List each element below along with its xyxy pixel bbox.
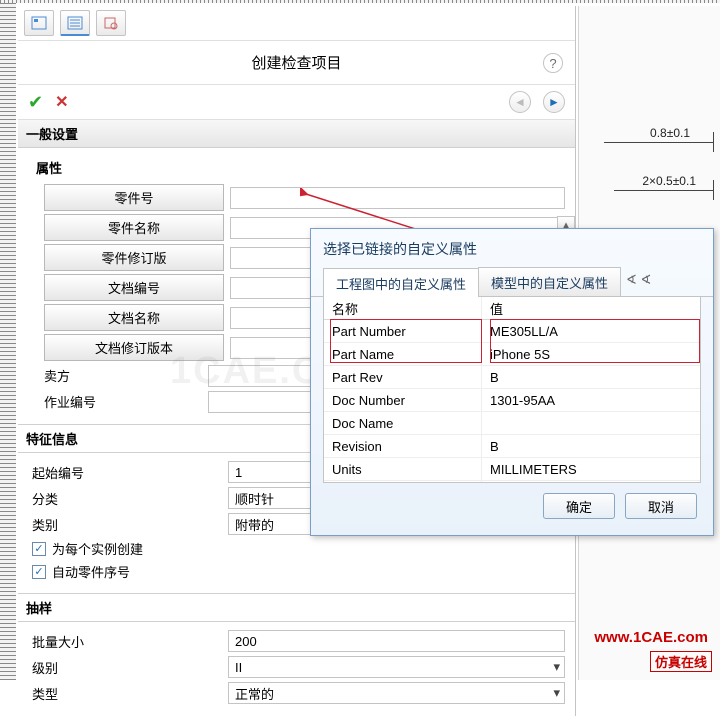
action-bar: ✔ ✕ ◄ ► (18, 85, 575, 120)
dialog-tab-model[interactable]: 模型中的自定义属性 (478, 267, 621, 296)
cancel-icon[interactable]: ✕ (55, 92, 68, 112)
level-select[interactable]: II (228, 656, 565, 678)
footer-url: www.1CAE.com (594, 629, 708, 646)
prev-button[interactable]: ◄ (509, 91, 531, 113)
dialog-ok-button[interactable]: 确定 (543, 493, 615, 519)
chk-auto-balloon-label: 自动零件序号 (52, 562, 130, 581)
job-number-label: 作业编号 (28, 389, 208, 414)
next-button[interactable]: ► (543, 91, 565, 113)
grid-cell-name: Units (324, 458, 482, 480)
grid-cell-name: Doc Number (324, 389, 482, 411)
start-no-value: 1 (235, 465, 242, 480)
help-icon[interactable]: ? (543, 53, 563, 73)
grid-cell-value (482, 412, 700, 434)
type-value: 正常的 (235, 684, 274, 703)
lot-size-value: 200 (235, 634, 257, 649)
category-value: 附带的 (235, 515, 274, 534)
grid-cell-value: MILLIMETERS (482, 458, 700, 480)
dimension-1: 0.8±0.1 (650, 126, 690, 140)
lot-size-input[interactable]: 200 (228, 630, 565, 652)
footer-logo: 仿真在线 (650, 651, 712, 672)
section-general-label: 一般设置 (26, 124, 78, 143)
level-label: 级别 (28, 658, 228, 677)
footer-logo-text: 仿真在线 (650, 651, 712, 672)
doc-number-button[interactable]: 文档编号 (44, 274, 224, 301)
tab-icon-1[interactable] (24, 10, 54, 36)
grid-cell-name: Revision (324, 435, 482, 457)
type-select[interactable]: 正常的 (228, 682, 565, 704)
dialog-cancel-button[interactable]: 取消 (625, 493, 697, 519)
class-label: 分类 (28, 489, 228, 508)
part-number-button[interactable]: 零件号 (44, 184, 224, 211)
grid-cell-value (482, 481, 700, 483)
grid-cell-name: Part Rev (324, 366, 482, 388)
title-bar: 创建检查项目 ? (18, 41, 575, 85)
class-value: 顺时针 (235, 489, 274, 508)
part-rev-button[interactable]: 零件修订版 (44, 244, 224, 271)
highlight-values (490, 319, 700, 363)
sampling-label: 抽样 (26, 598, 52, 617)
grid-cell-name: Doc Name (324, 412, 482, 434)
feature-info-label: 特征信息 (26, 429, 78, 448)
type-label: 类型 (28, 684, 228, 703)
tab-icon-2[interactable] (60, 10, 90, 36)
linked-properties-dialog: 选择已链接的自定义属性 工程图中的自定义属性 模型中的自定义属性 ∢ ∢ 名称 … (310, 228, 714, 536)
doc-rev-button[interactable]: 文档修订版本 (44, 334, 224, 361)
grid-row[interactable]: UnitsMILLIMETERS (324, 458, 700, 481)
chk-per-instance[interactable]: ✓ (32, 542, 46, 556)
col-name[interactable]: 名称 (324, 297, 482, 319)
page-title: 创建检查项目 (251, 52, 341, 73)
section-general[interactable]: 一般设置 (18, 120, 575, 148)
grid-row[interactable]: Doc Number1301-95AA (324, 389, 700, 412)
doc-name-button[interactable]: 文档名称 (44, 304, 224, 331)
start-no-label: 起始编号 (28, 463, 228, 482)
chk-per-instance-label: 为每个实例创建 (52, 539, 143, 558)
vendor-label: 卖方 (28, 363, 208, 388)
ok-icon[interactable]: ✔ (28, 92, 43, 113)
tab-icon-3[interactable] (96, 10, 126, 36)
grid-cell-value: B (482, 435, 700, 457)
attributes-header: 属性 (28, 154, 565, 183)
dialog-tab-drawing[interactable]: 工程图中的自定义属性 (323, 268, 479, 297)
ruler-left (0, 3, 16, 680)
grid-row[interactable]: SWFormatSize (324, 481, 700, 483)
highlight-names (330, 319, 482, 363)
col-value[interactable]: 值 (482, 297, 700, 319)
ruler-top (0, 0, 720, 3)
dialog-grid[interactable]: 名称 值 Part NumberME305LL/APart NameiPhone… (323, 297, 701, 483)
grid-row[interactable]: RevisionB (324, 435, 700, 458)
grid-row[interactable]: Part RevB (324, 366, 700, 389)
lot-size-label: 批量大小 (28, 632, 228, 651)
chk-auto-balloon[interactable]: ✓ (32, 565, 46, 579)
tab-bar (18, 6, 575, 41)
dialog-title: 选择已链接的自定义属性 (311, 229, 713, 267)
part-number-field[interactable] (230, 187, 565, 209)
grid-cell-value: B (482, 366, 700, 388)
grid-cell-name: SWFormatSize (324, 481, 482, 483)
part-name-button[interactable]: 零件名称 (44, 214, 224, 241)
dimension-2: 2×0.5±0.1 (642, 174, 696, 188)
category-label: 类别 (28, 515, 228, 534)
section-sampling: 抽样 (18, 593, 575, 622)
grid-cell-value: 1301-95AA (482, 389, 700, 411)
grid-row[interactable]: Doc Name (324, 412, 700, 435)
level-value: II (235, 660, 242, 675)
dialog-tab-more[interactable]: ∢ ∢ (620, 267, 657, 296)
